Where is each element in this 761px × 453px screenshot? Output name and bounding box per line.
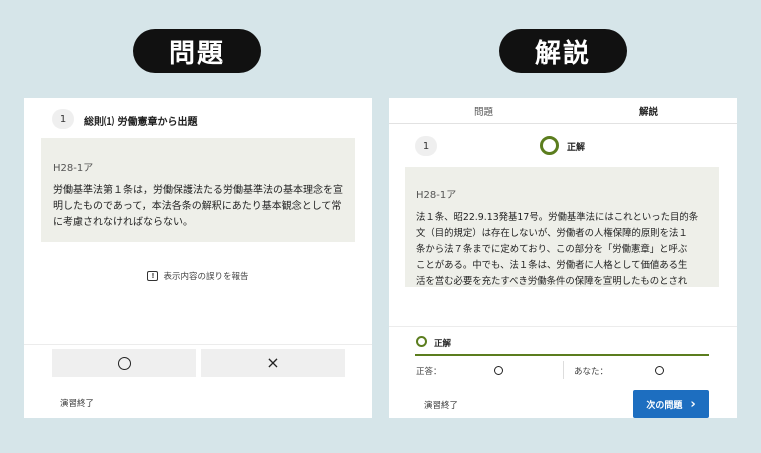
correct-circle-icon [540,136,559,155]
report-label: 表示内容の誤りを報告 [163,272,249,282]
explanation-code: H28-1ア [416,190,457,201]
result-bar-label: 正解 [434,339,452,349]
cross-icon: × [266,353,280,372]
separator [563,361,564,379]
question-text: 労働基準法第１条は，労働保護法たる労働基準法の基本理念を宣 明したものであって，… [53,183,353,231]
explanation-text-line: 法１条、昭22.9.13発基17号。労働基準法にはこれといった目的条 [416,212,699,223]
correct-answer-circle-icon [494,366,503,375]
explanation-text-line: ことがある。中でも、法１条は、労働者に人格として価値ある生 [416,260,688,271]
tab-explanation[interactable]: 解説 [578,98,719,124]
your-answer-label: あなた： [574,367,609,377]
explanation-label: 解説 [499,29,627,73]
explanation-text-line: 活を営む必要を充たすべき労働条件の保障を宣明したものとされ [416,276,688,287]
next-question-button[interactable]: 次の問題 › [633,390,709,418]
question-code: H28-1ア [53,163,94,174]
explanation-panel: 問題 解説 1 正解 H28-1ア 法１条、昭22.9.13発基17号。労働基準… [389,98,737,418]
result-label: 正解 [567,143,586,153]
question-box: H28-1ア 労働基準法第１条は，労働保護法たる労働基準法の基本理念を宣 明した… [41,138,355,242]
answer-true-button[interactable] [52,349,196,377]
divider [389,326,737,327]
question-text-line: 明したものであって，本法各条の解釈にあたり基本観念として常 [53,201,342,212]
tab-question[interactable]: 問題 [389,98,578,124]
correct-small-circle-icon [416,336,427,347]
correct-answer-label: 正答： [416,367,442,377]
question-text-line: に考慮されなければならない。 [53,217,193,228]
question-number: 1 [52,109,74,129]
result-bar-line [415,354,709,356]
question-panel: 1 総則⑴ 労働憲章から出題 H28-1ア 労働基準法第１条は，労働保護法たる労… [24,98,372,418]
explanation-text-line: 条から法７条までに定めており、この部分を「労働憲章」と呼ぶ [416,244,688,255]
report-error-link[interactable]: ! 表示内容の誤りを報告 [24,270,372,282]
explanation-text-line: 文（目的規定）は存在しないが、労働者の人権保障的原則を法１ [416,228,688,239]
divider [24,344,372,345]
question-number: 1 [415,136,437,156]
explanation-text: 法１条、昭22.9.13発基17号。労働基準法にはこれといった目的条 文（目的規… [416,210,718,290]
report-icon: ! [147,271,159,281]
your-answer-circle-icon [655,366,664,375]
end-practice-link[interactable]: 演習終了 [424,399,458,411]
explanation-box: H28-1ア 法１条、昭22.9.13発基17号。労働基準法にはこれといった目的… [405,167,719,287]
next-question-label: 次の問題 [646,400,683,411]
circle-icon [117,356,131,370]
question-title: 総則⑴ 労働憲章から出題 [84,117,198,128]
question-label: 問題 [133,29,261,73]
chevron-right-icon: › [690,396,696,412]
answer-false-button[interactable]: × [201,349,345,377]
tab-underline [389,123,737,124]
end-practice-link[interactable]: 演習終了 [60,397,94,409]
question-text-line: 労働基準法第１条は，労働保護法たる労働基準法の基本理念を宣 [53,185,343,196]
